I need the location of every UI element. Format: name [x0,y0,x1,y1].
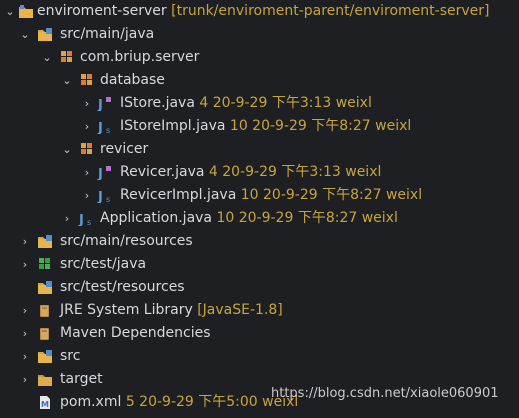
project-label: enviroment-server [trunk/enviroment-pare… [37,0,489,23]
chevron-down-icon[interactable]: ⌄ [18,23,32,46]
pom-name: pom.xml [60,394,122,410]
chevron-right-icon[interactable]: › [80,184,94,207]
tree-row-src-test-java[interactable]: › src/test/java [0,253,519,276]
chevron-right-icon[interactable]: › [18,230,32,253]
chevron-right-icon[interactable]: › [18,299,32,322]
jre-decoration: [JavaSE-1.8] [197,302,283,318]
pom-label: pom.xml 5 20-9-29 下午5:00 weixl [60,391,298,414]
svg-text:M: M [41,400,49,409]
xml-file-icon: M [37,395,53,410]
chevron-right-icon[interactable]: › [18,368,32,391]
svg-text:J: J [97,121,103,134]
svg-text:s: s [87,218,91,226]
tree-row-istoreimpl[interactable]: › Js IStoreImpl.java 10 20-9-29 下午8:27 w… [0,115,519,138]
chevron-right-icon[interactable]: › [18,322,32,345]
library-icon [37,303,53,318]
svg-text:s: s [106,195,110,203]
tree-row-database[interactable]: ⌄ database [0,69,519,92]
package-icon [79,142,95,157]
revicerimpl-name: RevicerImpl.java [120,187,237,203]
revicerimpl-decoration: 10 20-9-29 下午8:27 weixl [240,187,423,203]
tree-row-src-main-java[interactable]: ⌄ src/main/java [0,23,519,46]
source-folder-icon [37,257,53,272]
library-icon [37,326,53,341]
chevron-right-icon[interactable]: › [18,345,32,368]
java-class-icon: Js [97,188,113,205]
java-class-icon: Js [78,211,94,228]
source-folder-icon [37,280,53,295]
package-icon [59,50,75,65]
tree-row-package[interactable]: ⌄ com.briup.server [0,46,519,69]
watermark-text: https://blog.csdn.net/xiaole060901 [271,386,499,401]
istoreimpl-decoration: 10 20-9-29 下午8:27 weixl [229,118,412,134]
revicerimpl-label: RevicerImpl.java 10 20-9-29 下午8:27 weixl [120,184,422,207]
svg-text:s: s [106,126,110,134]
jre-label: JRE System Library [JavaSE-1.8] [60,299,283,322]
istoreimpl-name: IStoreImpl.java [120,118,226,134]
istore-name: IStore.java [120,95,195,111]
src-test-java-label: src/test/java [60,256,147,272]
src-label: src [60,348,81,364]
src-main-java-label: src/main/java [60,26,155,42]
istore-label: IStore.java 4 20-9-29 下午3:13 weixl [120,92,372,115]
istore-decoration: 4 20-9-29 下午3:13 weixl [199,95,372,111]
tree-row-jre[interactable]: › JRE System Library [JavaSE-1.8] [0,299,519,322]
project-explorer-tree: ⌄ enviroment-server [trunk/enviroment-pa… [0,0,519,414]
package-icon [79,73,95,88]
jre-name: JRE System Library [60,302,193,318]
revicer-name: Revicer.java [120,164,205,180]
svg-text:J: J [97,167,103,180]
tree-row-src-test-resources[interactable]: src/test/resources [0,276,519,299]
tree-row-application[interactable]: › Js Application.java 10 20-9-29 下午8:27 … [0,207,519,230]
istoreimpl-label: IStoreImpl.java 10 20-9-29 下午8:27 weixl [120,115,411,138]
svg-text:J: J [97,190,103,203]
database-label: database [100,72,165,88]
project-name: enviroment-server [37,3,167,19]
folder-icon [37,372,53,387]
tree-row-revicer[interactable]: › J Revicer.java 4 20-9-29 下午3:13 weixl [0,161,519,184]
chevron-right-icon[interactable]: › [80,161,94,184]
java-interface-icon: J [97,96,113,113]
application-name: Application.java [100,210,213,226]
tree-row-revicerimpl[interactable]: › Js RevicerImpl.java 10 20-9-29 下午8:27 … [0,184,519,207]
target-label: target [60,371,103,387]
chevron-right-icon[interactable]: › [80,92,94,115]
revicer-label: Revicer.java 4 20-9-29 下午3:13 weixl [120,161,381,184]
tree-row-project[interactable]: ⌄ enviroment-server [trunk/enviroment-pa… [0,0,519,23]
tree-row-src-main-resources[interactable]: › src/main/resources [0,230,519,253]
chevron-down-icon[interactable]: ⌄ [60,138,74,161]
project-folder-icon [18,4,34,19]
tree-row-maven[interactable]: › Maven Dependencies [0,322,519,345]
tree-row-src[interactable]: › src [0,345,519,368]
project-decoration: [trunk/enviroment-parent/enviroment-serv… [171,3,490,19]
chevron-right-icon[interactable]: › [80,115,94,138]
chevron-down-icon[interactable]: ⌄ [60,69,74,92]
package-label: com.briup.server [80,49,200,65]
revicer-package-label: revicer [100,141,149,157]
chevron-right-icon[interactable]: › [60,207,74,230]
tree-row-revicer-package[interactable]: ⌄ revicer [0,138,519,161]
src-main-resources-label: src/main/resources [60,233,193,249]
chevron-right-icon[interactable]: › [18,253,32,276]
maven-label: Maven Dependencies [60,325,211,341]
source-folder-icon [37,27,53,42]
svg-text:J: J [97,98,103,111]
svg-text:J: J [78,213,84,226]
src-test-resources-label: src/test/resources [60,279,185,295]
source-folder-icon [37,234,53,249]
chevron-down-icon[interactable]: ⌄ [40,46,54,69]
application-label: Application.java 10 20-9-29 下午8:27 weixl [100,207,398,230]
revicer-decoration: 4 20-9-29 下午3:13 weixl [208,164,382,180]
tree-row-istore[interactable]: › J IStore.java 4 20-9-29 下午3:13 weixl [0,92,519,115]
application-decoration: 10 20-9-29 下午8:27 weixl [216,210,398,226]
java-interface-icon: J [97,165,113,182]
java-class-icon: Js [97,119,113,136]
folder-icon [37,349,53,364]
chevron-down-icon[interactable]: ⌄ [3,0,17,23]
